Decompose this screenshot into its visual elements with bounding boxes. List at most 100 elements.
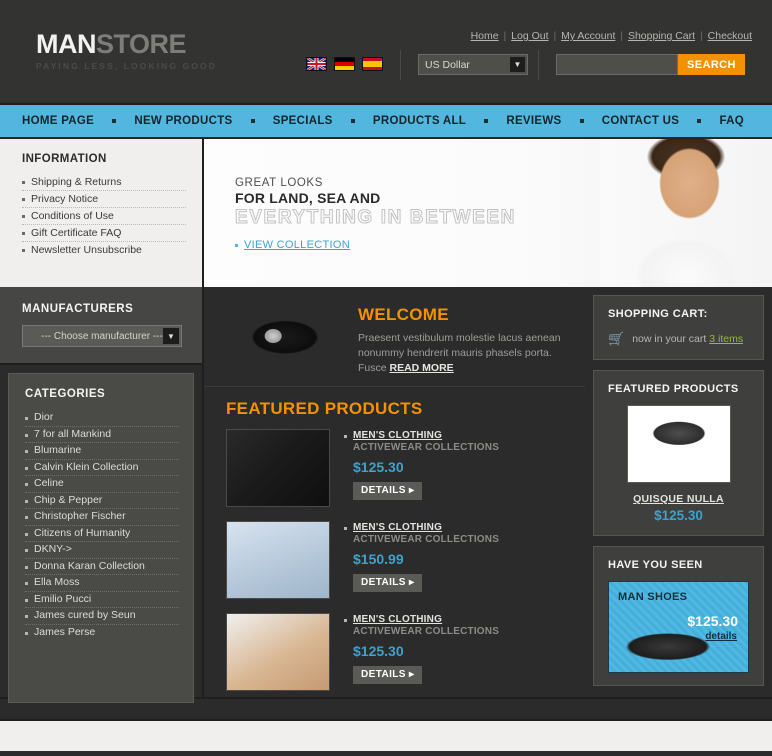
- product-info: MEN'S CLOTHING ACTIVEWEAR COLLECTIONS $1…: [344, 429, 499, 507]
- category-item[interactable]: DKNY->: [25, 542, 179, 559]
- nav-item-contact-us[interactable]: CONTACT US: [602, 115, 680, 127]
- hero-banner[interactable]: GREAT LOOKS FOR LAND, SEA AND EVERYTHING…: [204, 139, 772, 287]
- uk-flag-icon[interactable]: [306, 57, 327, 71]
- shopping-cart-title: SHOPPING CART:: [608, 308, 708, 320]
- info-item-privacy-notice[interactable]: Privacy Notice: [22, 191, 186, 208]
- welcome-text: WELCOME Praesent vestibulum molestie lac…: [358, 301, 568, 376]
- product-subtitle: ACTIVEWEAR COLLECTIONS: [353, 442, 500, 453]
- category-item[interactable]: Calvin Klein Collection: [25, 460, 179, 476]
- site-header: MANSTORE PAYING LESS, LOOKING GOOD Home …: [0, 0, 772, 105]
- sidebar-featured-name-link[interactable]: QUISQUE NULLA: [633, 493, 724, 505]
- information-panel: INFORMATION Shipping & Returns Privacy N…: [0, 139, 204, 287]
- sidebar-featured-image[interactable]: [626, 405, 731, 483]
- nav-separator: [233, 119, 273, 123]
- product-info: MEN'S CLOTHING ACTIVEWEAR COLLECTIONS $1…: [344, 521, 499, 599]
- category-item[interactable]: Blumarine: [25, 443, 179, 460]
- category-item[interactable]: Dior: [25, 410, 179, 427]
- product-image[interactable]: [226, 613, 330, 691]
- search-button[interactable]: SEARCH: [678, 54, 745, 75]
- search-box: SEARCH: [556, 54, 745, 75]
- spain-flag-icon[interactable]: [362, 57, 383, 71]
- information-title: INFORMATION: [22, 153, 107, 165]
- product-name-link[interactable]: MEN'S CLOTHING: [353, 430, 442, 441]
- product-info: MEN'S CLOTHING ACTIVEWEAR COLLECTIONS $1…: [344, 613, 499, 691]
- chevron-down-icon[interactable]: ▼: [163, 328, 179, 344]
- sidebar-featured-box: FEATURED PRODUCTS QUISQUE NULLA $125.30: [593, 370, 764, 536]
- product-image[interactable]: [226, 429, 330, 507]
- category-item[interactable]: Citizens of Humanity: [25, 526, 179, 542]
- nav-item-new-products[interactable]: NEW PRODUCTS: [134, 115, 232, 127]
- top-link-my-account[interactable]: My Account: [561, 30, 615, 42]
- currency-select[interactable]: US Dollar ▼: [418, 54, 528, 75]
- nav-item-specials[interactable]: SPECIALS: [273, 115, 333, 127]
- view-collection-link[interactable]: VIEW COLLECTION: [244, 239, 350, 251]
- category-item[interactable]: Emilio Pucci: [25, 592, 179, 608]
- chevron-down-icon[interactable]: ▼: [510, 57, 525, 72]
- logo-tagline: PAYING LESS, LOOKING GOOD: [36, 61, 217, 71]
- currency-selector[interactable]: US Dollar ▼: [418, 54, 528, 75]
- product-price: $125.30: [353, 459, 404, 475]
- welcome-title: WELCOME: [358, 305, 449, 324]
- top-links: Home | Log Out | My Account | Shopping C…: [471, 30, 752, 42]
- info-item-gift-certificate-faq[interactable]: Gift Certificate FAQ: [22, 225, 186, 242]
- top-link-logout[interactable]: Log Out: [511, 30, 548, 42]
- nav-item-home-page[interactable]: HOME PAGE: [22, 115, 94, 127]
- category-item[interactable]: Celine: [25, 476, 179, 493]
- sidebar-featured-name: QUISQUE NULLA: [608, 493, 749, 505]
- product-name-link[interactable]: MEN'S CLOTHING: [353, 522, 442, 533]
- belt-product-image: [226, 305, 344, 367]
- category-item[interactable]: James cured by Seun: [25, 608, 179, 625]
- chevron-right-icon: ▸: [409, 485, 415, 496]
- nav-item-reviews[interactable]: REVIEWS: [506, 115, 561, 127]
- site-logo[interactable]: MANSTORE PAYING LESS, LOOKING GOOD: [36, 31, 217, 72]
- left-sidebar: MANUFACTURERS --- Choose manufacturer --…: [0, 287, 204, 703]
- cart-items-link[interactable]: 3 items: [709, 333, 743, 345]
- chevron-right-icon: ▸: [409, 669, 415, 680]
- read-more-link[interactable]: READ MORE: [390, 362, 454, 374]
- category-item[interactable]: Chip & Pepper: [25, 493, 179, 509]
- info-item-conditions-of-use[interactable]: Conditions of Use: [22, 208, 186, 225]
- center-content: WELCOME Praesent vestibulum molestie lac…: [204, 287, 585, 697]
- product-name-link[interactable]: MEN'S CLOTHING: [353, 614, 442, 625]
- manufacturers-title: MANUFACTURERS: [22, 303, 134, 315]
- top-link-home[interactable]: Home: [471, 30, 499, 42]
- main-navigation: HOME PAGE NEW PRODUCTS SPECIALS PRODUCTS…: [0, 105, 772, 139]
- category-item[interactable]: Donna Karan Collection: [25, 559, 179, 575]
- product-image[interactable]: [226, 521, 330, 599]
- sidebar-featured-title: FEATURED PRODUCTS: [608, 383, 739, 395]
- shopping-cart-icon: 🛒: [608, 331, 625, 346]
- top-link-checkout[interactable]: Checkout: [708, 30, 752, 42]
- category-item[interactable]: James Perse: [25, 625, 179, 641]
- nav-separator: [562, 119, 602, 123]
- product-name: MEN'S CLOTHING: [344, 522, 499, 533]
- sidebar-featured-price: $125.30: [654, 508, 703, 523]
- top-link-shopping-cart[interactable]: Shopping Cart: [628, 30, 695, 42]
- nav-item-products-all[interactable]: PRODUCTS ALL: [373, 115, 466, 127]
- details-button[interactable]: DETAILS ▸: [353, 666, 423, 684]
- product-price: $125.30: [353, 643, 404, 659]
- info-item-shipping-returns[interactable]: Shipping & Returns: [22, 174, 186, 191]
- chevron-right-icon: ▸: [409, 577, 415, 588]
- featured-products-title: FEATURED PRODUCTS: [226, 399, 423, 418]
- details-button[interactable]: DETAILS ▸: [353, 574, 423, 592]
- currency-value: US Dollar: [425, 58, 470, 71]
- shopping-cart-box: SHOPPING CART: 🛒 now in your cart 3 item…: [593, 295, 764, 360]
- divider: [538, 50, 539, 80]
- manufacturer-select[interactable]: --- Choose manufacturer --- ▼: [22, 325, 182, 347]
- germany-flag-icon[interactable]: [334, 57, 355, 71]
- link-separator: |: [617, 30, 626, 42]
- nav-item-faq[interactable]: FAQ: [719, 115, 744, 127]
- info-item-newsletter-unsubscribe[interactable]: Newsletter Unsubscribe: [22, 242, 186, 258]
- category-item[interactable]: Ella Moss: [25, 575, 179, 592]
- product-row: MEN'S CLOTHING ACTIVEWEAR COLLECTIONS $1…: [204, 429, 585, 515]
- category-item[interactable]: 7 for all Mankind: [25, 427, 179, 443]
- details-label: DETAILS: [361, 577, 406, 588]
- main-content-row: MANUFACTURERS --- Choose manufacturer --…: [0, 287, 772, 703]
- category-item[interactable]: Christopher Fischer: [25, 509, 179, 526]
- search-input[interactable]: [556, 54, 678, 75]
- cart-text-label: now in your cart: [632, 333, 710, 345]
- dot-icon: [697, 119, 702, 123]
- details-button[interactable]: DETAILS ▸: [353, 482, 423, 500]
- have-you-seen-card[interactable]: MAN SHOES $125.30 details: [608, 581, 749, 673]
- welcome-body: Praesent vestibulum molestie lacus aenea…: [358, 331, 568, 376]
